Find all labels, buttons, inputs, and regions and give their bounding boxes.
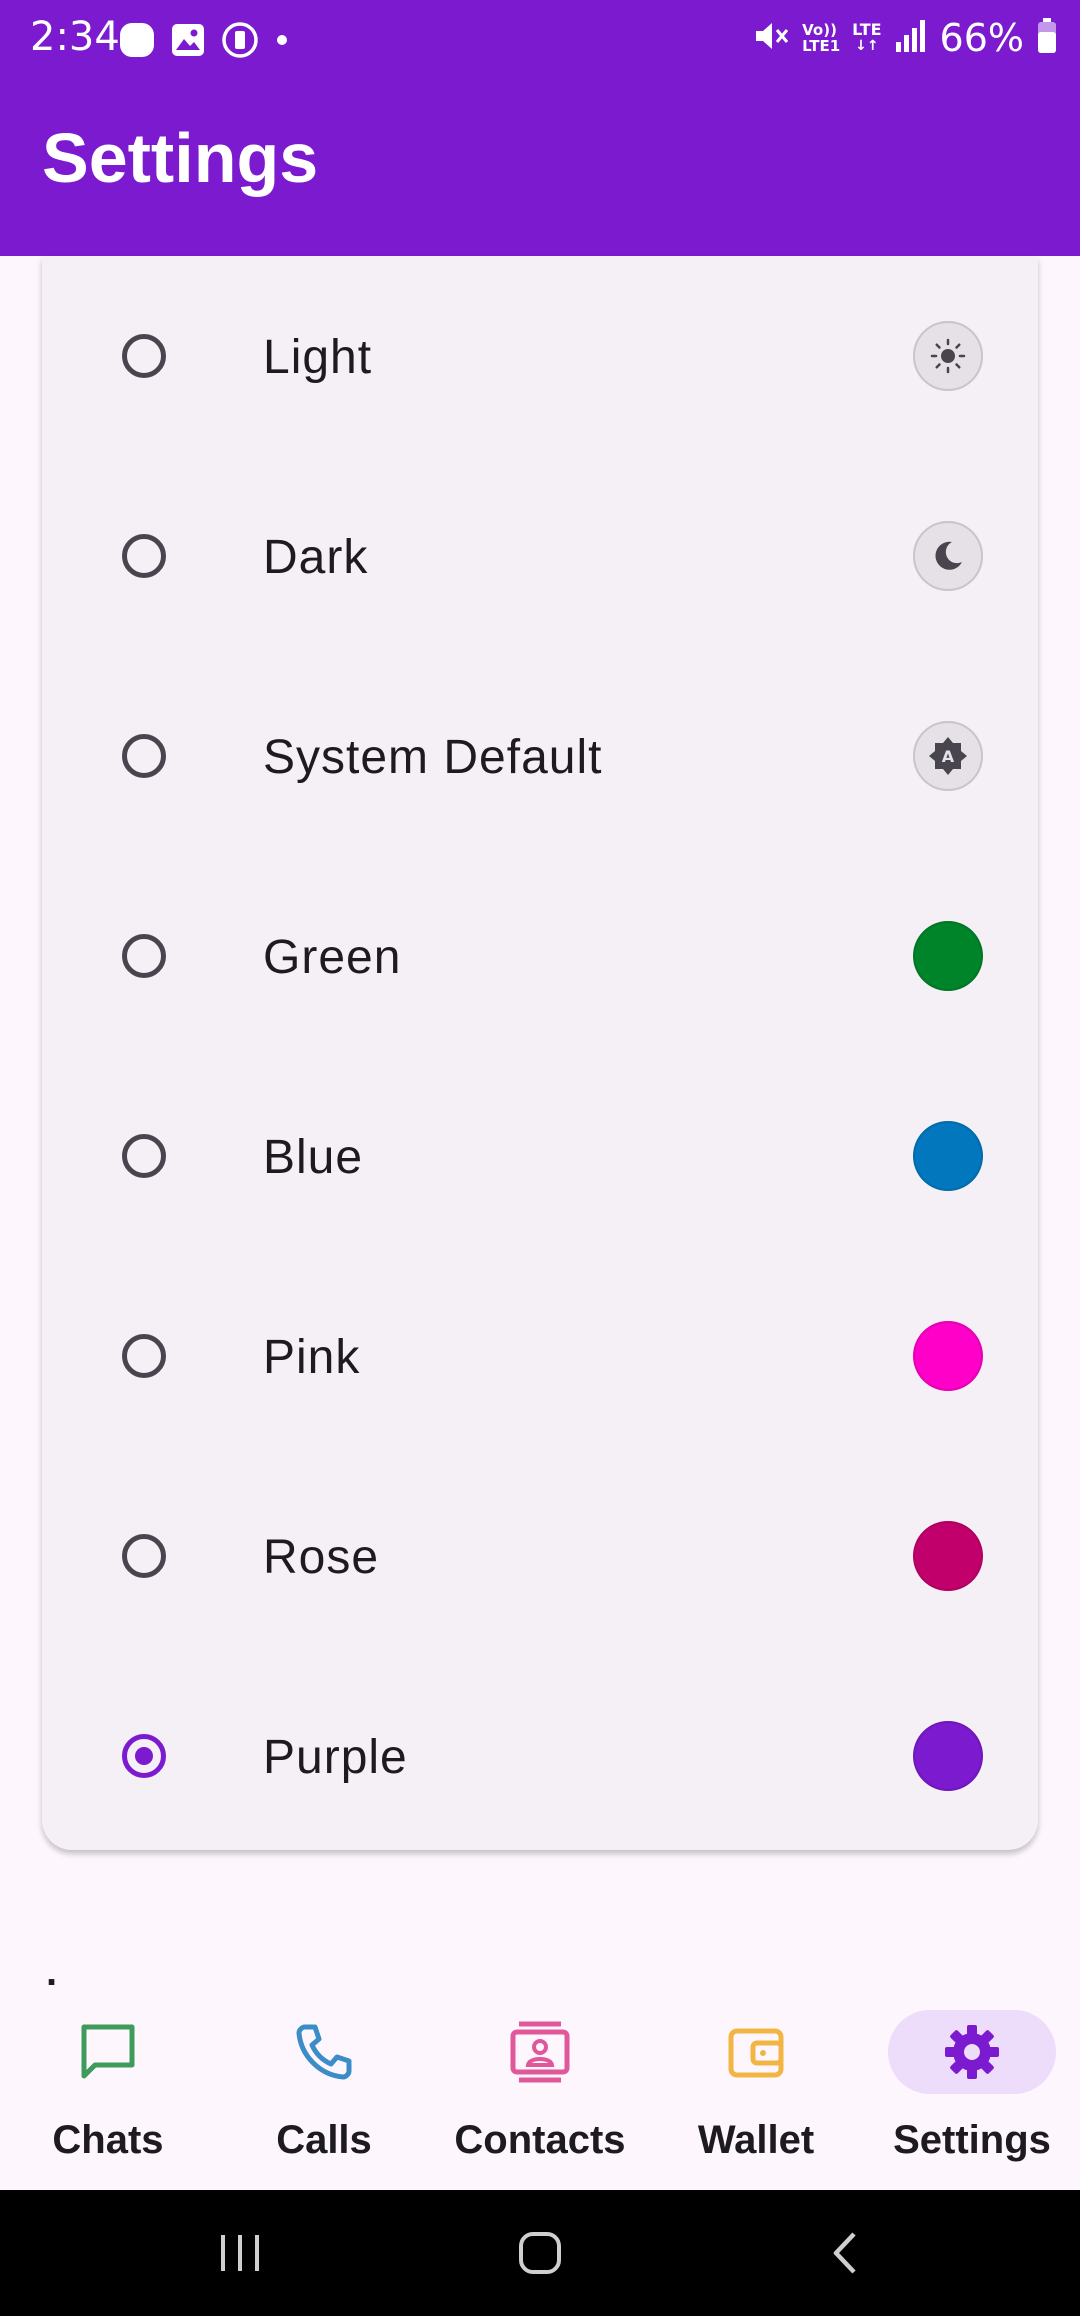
status-bar: 2:34 Vo)) LTE1 LTE ↓↑ 66% — [0, 0, 1080, 78]
nav-label: Wallet — [697, 2118, 815, 2162]
radio-rose[interactable] — [122, 1534, 166, 1578]
mute-icon — [750, 16, 790, 60]
screen-record-icon — [220, 20, 260, 65]
color-swatch-purple — [913, 1721, 983, 1791]
sun-icon — [913, 321, 983, 391]
signal-icon — [894, 18, 928, 58]
lte-icon: LTE ↓↑ — [852, 20, 882, 55]
option-blue[interactable]: Blue — [42, 1056, 1038, 1256]
radio-blue[interactable] — [122, 1134, 166, 1178]
option-system-default[interactable]: System Default A — [42, 656, 1038, 856]
color-swatch-pink — [913, 1321, 983, 1391]
radio-purple[interactable] — [122, 1734, 166, 1778]
nav-label: Contacts — [454, 2118, 626, 2162]
option-label: Blue — [263, 1131, 364, 1184]
page-title: Settings — [42, 119, 319, 197]
option-label: Green — [263, 931, 402, 984]
system-navigation-bar — [0, 2190, 1080, 2316]
home-icon[interactable] — [500, 2220, 580, 2286]
app-bar: 2:34 Vo)) LTE1 LTE ↓↑ 66% Settings — [0, 0, 1080, 256]
nav-wallet[interactable]: Wallet — [648, 1988, 864, 2190]
nav-calls[interactable]: Calls — [216, 1988, 432, 2190]
option-green[interactable]: Green — [42, 856, 1038, 1056]
color-swatch-blue — [913, 1121, 983, 1191]
radio-dark[interactable] — [122, 534, 166, 578]
radio-green[interactable] — [122, 934, 166, 978]
option-rose[interactable]: Rose — [42, 1456, 1038, 1656]
notification-dot-icon — [118, 21, 156, 64]
chat-bubble-icon — [24, 2010, 192, 2094]
volte-icon: Vo)) LTE1 — [802, 21, 841, 55]
nav-label: Settings — [893, 2118, 1051, 2162]
option-label: Purple — [263, 1731, 408, 1784]
nav-settings[interactable]: Settings — [864, 1988, 1080, 2190]
color-swatch-rose — [913, 1521, 983, 1591]
radio-system-default[interactable] — [122, 734, 166, 778]
nav-label: Calls — [276, 2118, 372, 2162]
moon-icon — [913, 521, 983, 591]
radio-light[interactable] — [122, 334, 166, 378]
more-dot-icon — [274, 32, 290, 53]
phone-icon — [240, 2010, 408, 2094]
recents-icon[interactable] — [200, 2220, 280, 2286]
gear-icon — [888, 2010, 1056, 2094]
option-dark[interactable]: Dark — [42, 456, 1038, 656]
option-light[interactable]: Light — [42, 256, 1038, 456]
gallery-icon — [170, 22, 206, 63]
nav-chats[interactable]: Chats — [0, 1988, 216, 2190]
option-label: Light — [263, 331, 373, 384]
option-pink[interactable]: Pink — [42, 1256, 1038, 1456]
color-swatch-green — [913, 921, 983, 991]
bottom-navigation: Chats Calls Contacts Wallet Settings — [0, 1988, 1080, 2190]
nav-contacts[interactable]: Contacts — [432, 1988, 648, 2190]
status-time: 2:34 — [30, 14, 120, 60]
option-purple[interactable]: Purple — [42, 1656, 1038, 1856]
battery-icon — [1036, 17, 1058, 59]
option-label: Rose — [263, 1531, 380, 1584]
contacts-icon — [456, 2010, 624, 2094]
auto-brightness-icon: A — [913, 721, 983, 791]
option-label: Pink — [263, 1331, 361, 1384]
svg-text:A: A — [942, 747, 955, 766]
back-icon[interactable] — [806, 2220, 886, 2286]
theme-options-card: Light Dark System Default A Green Blue P… — [42, 256, 1038, 1850]
option-label: Dark — [263, 531, 369, 584]
radio-pink[interactable] — [122, 1334, 166, 1378]
option-label: System Default — [263, 731, 603, 784]
battery-percent: 66% — [939, 16, 1024, 60]
wallet-icon — [672, 2010, 840, 2094]
nav-label: Chats — [52, 2118, 164, 2162]
